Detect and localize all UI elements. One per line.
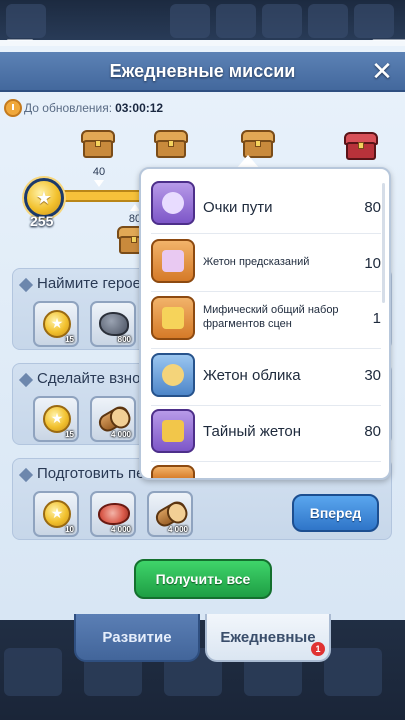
popup-item-name: Очки пути [203,199,273,216]
notification-badge: 1 [311,642,325,656]
popup-item-count: 10 [364,255,381,272]
clock-icon [4,99,22,117]
mission-title: Сделайте взнос [37,370,148,387]
diamond-icon [18,372,34,388]
popup-item: Мифический общий набор фрагментов сцен 1 [151,296,387,342]
points-coin-icon: ★ [24,178,64,218]
divider [151,405,381,406]
chest-icon[interactable] [81,130,115,158]
tab-daily[interactable]: Ежедневные 1 [205,614,331,662]
prediction-token-icon [151,239,195,283]
bg-tile [354,4,394,38]
popup-item-name: Жетон предсказаний [203,256,310,268]
next-item-icon [151,465,195,478]
mission-title: Наймите героев [37,275,149,292]
popup-item-count: 1 [372,310,381,327]
diamond-icon [18,277,34,293]
path-points-icon [151,181,195,225]
meat-icon [98,503,130,525]
chest-icon[interactable] [241,130,275,158]
tab-label: Развитие [102,629,172,646]
timer-value: 03:00:12 [115,101,164,115]
progress-bar [50,190,150,202]
reward-qty: 800 [117,335,131,344]
divider [151,291,381,292]
panel-title: Ежедневные миссии [109,61,296,81]
bg-tile [308,4,348,38]
mission-title: Подготовить пе [37,465,145,482]
bg-tile [6,4,46,38]
bg-tile [4,648,62,696]
bg-tile [262,4,302,38]
ore-icon [99,312,129,336]
forward-button[interactable]: Вперед [292,494,379,532]
reward-qty: 15 [65,430,74,439]
reward-qty: 4 000 [167,525,188,534]
reward-item[interactable]: ★ 10 [33,491,79,537]
appearance-token-icon [151,353,195,397]
popup-item-count: 80 [364,199,381,216]
popup-item-count: 30 [364,367,381,384]
close-icon: ✕ [371,56,393,86]
coin-icon: ★ [43,310,71,338]
reward-qty: 4 000 [110,430,131,439]
refresh-timer: До обновления: 03:00:12 [4,98,163,118]
chest-icon[interactable] [154,130,188,158]
bg-tile [170,4,210,38]
reward-item[interactable]: 4 000 [147,491,193,537]
bg-tile [216,4,256,38]
coin-icon: ★ [43,405,71,433]
timer-label: До обновления: [24,101,113,115]
popup-item: Жетон предсказаний 10 [151,239,387,285]
bg-tile [324,648,382,696]
tab-label: Ежедневные [220,629,316,646]
diamond-icon [18,467,34,483]
milestone-label: 40 [92,166,106,178]
milestone-marker-icon [94,180,104,187]
points-count: 255 [30,213,54,229]
reward-qty: 4 000 [110,525,131,534]
reward-item[interactable]: 4 000 [90,396,136,442]
popup-item-name: Тайный жетон [203,423,302,440]
tab-development[interactable]: Развитие [74,614,200,662]
divider [151,348,381,349]
popup-item-name: Мифический общий набор фрагментов сцен [203,304,339,330]
close-button[interactable]: ✕ [369,58,395,84]
claim-all-button[interactable]: Получить все [134,559,272,599]
reward-item[interactable]: 800 [90,301,136,347]
popup-item-count: 80 [364,423,381,440]
divider [151,461,381,462]
popup-item: Очки пути 80 [151,181,387,227]
reward-item[interactable]: ★ 15 [33,301,79,347]
reward-qty: 10 [65,525,74,534]
secret-token-icon [151,409,195,453]
reward-qty: 15 [65,335,74,344]
divider [151,233,381,234]
grand-chest-icon[interactable] [344,132,378,160]
reward-item[interactable]: ★ 15 [33,396,79,442]
scene-fragments-icon [151,296,195,340]
popup-item: Жетон облика 30 [151,353,387,399]
popup-item: Тайный жетон 80 [151,409,387,455]
chest-rewards-popup: Очки пути 80 Жетон предсказаний 10 Мифич… [139,167,391,480]
panel-header: Ежедневные миссии ✕ [0,52,405,92]
popup-item-name: Жетон облика [203,367,301,384]
reward-item[interactable]: 4 000 [90,491,136,537]
coin-icon: ★ [43,500,71,528]
